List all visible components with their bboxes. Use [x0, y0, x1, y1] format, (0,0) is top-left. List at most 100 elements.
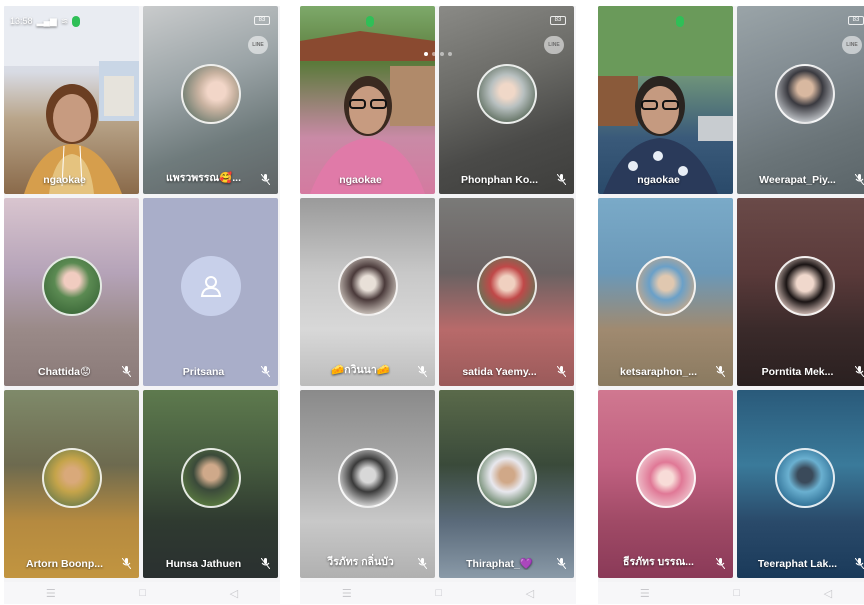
home-icon[interactable]: □ — [139, 587, 146, 599]
status-bar: 13:58 ▂▄▆ ≋ — [10, 14, 133, 28]
participant-name: ngaokae — [339, 174, 382, 186]
participant-tile[interactable]: 83 LINE แพรวพรรณ🥰... — [143, 6, 278, 194]
line-logo-icon: LINE — [544, 36, 564, 54]
participant-name: ธีรภัทร บรรณ... — [623, 556, 694, 568]
avatar — [635, 256, 696, 316]
line-notification-badge — [676, 15, 684, 27]
line-notification-badge — [366, 15, 374, 27]
battery-icon: 83 — [848, 16, 864, 25]
menu-icon[interactable]: ☰ — [342, 587, 352, 600]
status-time: 13:58 — [10, 16, 33, 26]
participant-name: Chattida😟 — [38, 366, 91, 378]
mic-muted-icon — [557, 174, 566, 185]
avatar — [337, 256, 398, 316]
participant-name: satida Yaemy... — [462, 366, 537, 378]
avatar — [180, 64, 241, 124]
participant-name: Artorn Boonp... — [26, 558, 103, 570]
participant-name: 🧀กวินนา🧀 — [331, 364, 390, 376]
participant-name: Hunsa Jathuen — [165, 558, 242, 570]
line-logo-icon: LINE — [248, 36, 268, 54]
menu-icon[interactable]: ☰ — [46, 587, 56, 600]
avatar — [476, 64, 537, 124]
avatar — [41, 448, 102, 508]
participant-tile[interactable]: วีรภัทร กลิ่นบัว — [300, 390, 435, 578]
participant-name: Weerapat_Piy... — [759, 174, 836, 186]
page-dot — [448, 52, 452, 56]
home-icon[interactable]: □ — [435, 587, 442, 599]
avatar — [774, 64, 835, 124]
participant-name: Pritsana — [182, 366, 225, 378]
participant-tile[interactable]: Artorn Boonp... — [4, 390, 139, 578]
participant-tile[interactable]: Teeraphat Lak... — [737, 390, 864, 578]
mic-muted-icon — [418, 366, 427, 377]
self-video-feed — [598, 6, 733, 194]
page-dot — [440, 52, 444, 56]
participant-tile-self[interactable]: 13:58 ▂▄▆ ≋ ngaokae — [4, 6, 139, 194]
line-notification-badge — [72, 15, 81, 27]
participant-name: ngaokae — [43, 174, 86, 186]
call-screen-2: ngaokae 83 LINE Phonphan Ko... 🧀กวินนา🧀 … — [300, 6, 576, 604]
page-dot — [432, 52, 436, 56]
participant-tile[interactable]: 83 LINE Phonphan Ko... — [439, 6, 574, 194]
participant-name: วีรภัทร กลิ่นบัว — [327, 556, 394, 568]
mic-muted-icon — [261, 366, 270, 377]
avatar — [41, 256, 102, 316]
back-icon[interactable]: ◁ — [824, 587, 832, 600]
mic-muted-icon — [122, 558, 131, 569]
participant-tile[interactable]: Thiraphat_💜 — [439, 390, 574, 578]
participant-tile[interactable]: Chattida😟 — [4, 198, 139, 386]
avatar — [476, 448, 537, 508]
mic-muted-icon — [557, 558, 566, 569]
participant-grid: ngaokae 83 LINE Weerapat_Piy... ketsarap… — [598, 6, 864, 584]
participant-tile[interactable]: ketsaraphon_... — [598, 198, 733, 386]
mic-muted-icon — [716, 558, 725, 569]
avatar — [774, 256, 835, 316]
back-icon[interactable]: ◁ — [526, 587, 534, 600]
wifi-icon: ≋ — [60, 15, 69, 26]
system-nav-bar: ☰ □ ◁ — [4, 582, 280, 604]
participant-tile[interactable]: 83 LINE Weerapat_Piy... — [737, 6, 864, 194]
back-icon[interactable]: ◁ — [230, 587, 238, 600]
participant-name: ketsaraphon_... — [619, 366, 698, 378]
participant-name: Porntita Mek... — [761, 366, 834, 378]
mic-muted-icon — [261, 174, 270, 185]
participant-name: ngaokae — [637, 174, 680, 186]
page-indicator — [424, 52, 452, 56]
participant-tile-self[interactable]: ngaokae — [300, 6, 435, 194]
mic-muted-icon — [261, 558, 270, 569]
menu-icon[interactable]: ☰ — [640, 587, 650, 600]
participant-grid: 13:58 ▂▄▆ ≋ ngaokae 83 LINE แพรวพรรณ🥰...… — [4, 6, 280, 584]
participant-tile[interactable]: Hunsa Jathuen — [143, 390, 278, 578]
home-icon[interactable]: □ — [733, 587, 740, 599]
page-dot-active — [424, 52, 428, 56]
avatar — [774, 448, 835, 508]
participant-name: Teeraphat Lak... — [757, 558, 838, 570]
line-logo-icon: LINE — [842, 36, 862, 54]
self-video-feed — [4, 6, 139, 194]
participant-grid: ngaokae 83 LINE Phonphan Ko... 🧀กวินนา🧀 … — [300, 6, 576, 584]
participant-tile-self[interactable]: ngaokae — [598, 6, 733, 194]
call-screen-1: 13:58 ▂▄▆ ≋ ngaokae 83 LINE แพรวพรรณ🥰...… — [4, 6, 280, 604]
mic-muted-icon — [418, 558, 427, 569]
mic-muted-icon — [122, 366, 131, 377]
status-bar — [306, 14, 429, 28]
user-icon — [200, 276, 221, 297]
avatar — [476, 256, 537, 316]
participant-tile[interactable]: Porntita Mek... — [737, 198, 864, 386]
battery-icon: 83 — [550, 16, 566, 25]
mic-muted-icon — [557, 366, 566, 377]
battery-icon: 83 — [254, 16, 270, 25]
participant-tile[interactable]: 🧀กวินนา🧀 — [300, 198, 435, 386]
system-nav-bar: ☰ □ ◁ — [598, 582, 864, 604]
mic-muted-icon — [716, 366, 725, 377]
participant-name: แพรวพรรณ🥰... — [166, 172, 241, 184]
signal-icon: ▂▄▆ — [36, 15, 57, 26]
mic-muted-icon — [855, 174, 864, 185]
mic-muted-icon — [855, 558, 864, 569]
participant-name: Phonphan Ko... — [461, 174, 538, 186]
self-video-feed — [300, 31, 435, 194]
participant-tile[interactable]: satida Yaemy... — [439, 198, 574, 386]
participant-tile[interactable]: Pritsana — [143, 198, 278, 386]
participant-tile[interactable]: ธีรภัทร บรรณ... — [598, 390, 733, 578]
system-nav-bar: ☰ □ ◁ — [300, 582, 576, 604]
